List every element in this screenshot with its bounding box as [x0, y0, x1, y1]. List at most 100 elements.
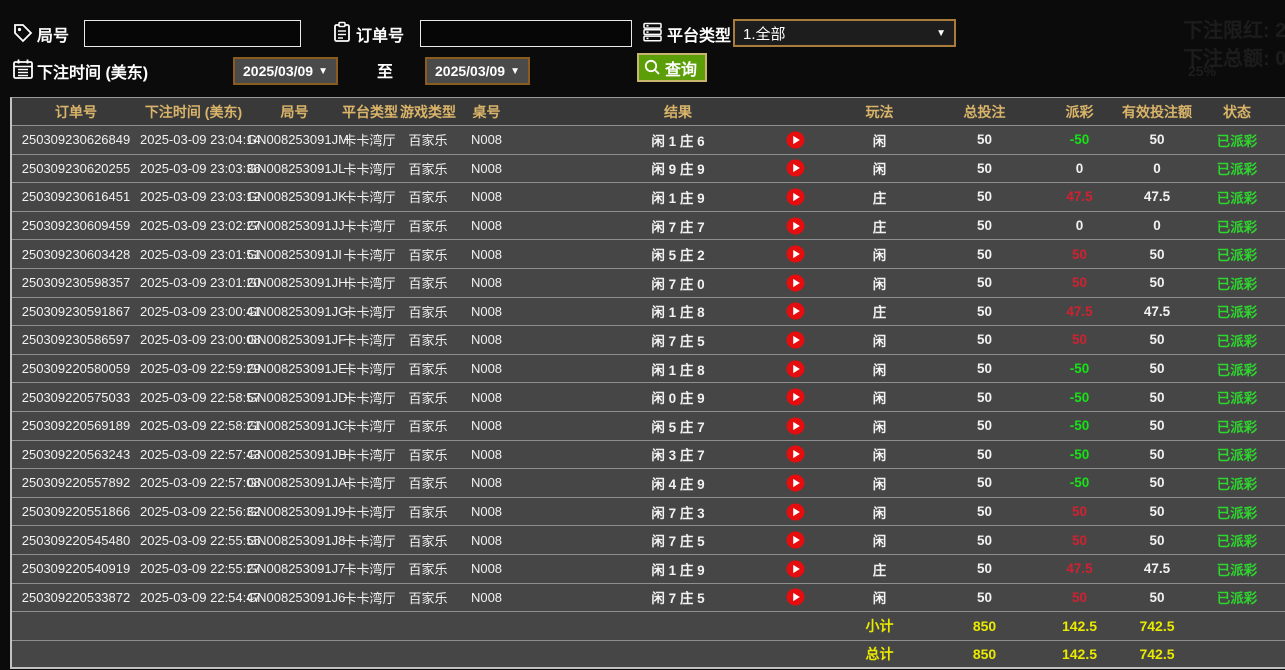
order-no-input[interactable]	[420, 20, 632, 47]
play-video-icon[interactable]	[786, 302, 805, 320]
status-badge: 已派彩	[1216, 391, 1258, 407]
play-video-icon[interactable]	[786, 217, 805, 235]
result-cell: 闲 7 庄 7	[514, 216, 842, 236]
game-no-cell: GN008253091JF	[247, 332, 347, 348]
order-no-cell: 250309230626849	[21, 132, 131, 148]
table-no-cell: N008	[470, 189, 503, 205]
table-row: 250309230586597 2025-03-09 23:00:08 GN00…	[12, 325, 1285, 354]
valid-bet-cell: 50	[1149, 275, 1165, 291]
tag-icon	[14, 24, 33, 43]
result-text: 闲 1 庄 8	[651, 305, 705, 321]
bet-time-cell: 2025-03-09 23:01:20	[140, 275, 261, 291]
play-type-cell: 闲	[872, 591, 887, 607]
bet-time-cell: 2025-03-09 23:01:51	[140, 246, 261, 262]
bet-time-cell: 2025-03-09 22:57:43	[140, 446, 261, 462]
result-text: 闲 5 庄 2	[651, 248, 705, 264]
payout-cell: 47.5	[1066, 189, 1093, 205]
chevron-down-icon: ▼	[510, 65, 520, 77]
game-type-cell: 百家乐	[408, 476, 448, 492]
play-video-icon[interactable]	[786, 331, 805, 349]
col-total-bet: 总投注	[963, 103, 1006, 120]
platform-type-value: 1.全部	[743, 25, 786, 43]
play-video-icon[interactable]	[786, 388, 805, 406]
platform-type-select[interactable]: 1.全部 ▼	[733, 19, 956, 47]
date-to-picker[interactable]: 2025/03/09 ▼	[425, 57, 530, 85]
valid-bet-cell: 50	[1149, 389, 1165, 405]
play-video-icon[interactable]	[786, 360, 805, 378]
payout-cell: 47.5	[1066, 303, 1093, 319]
table-no-cell: N008	[470, 132, 503, 148]
valid-bet-cell: 50	[1149, 361, 1165, 377]
result-cell: 闲 7 庄 5	[514, 587, 842, 607]
play-video-icon[interactable]	[786, 131, 805, 149]
table-no-cell: N008	[470, 475, 503, 491]
play-video-icon[interactable]	[786, 474, 805, 492]
play-type-cell: 庄	[872, 305, 887, 321]
col-order-no: 订单号	[55, 103, 97, 120]
total-bet-cell: 50	[976, 303, 993, 319]
game-no-cell: GN008253091J9	[247, 504, 346, 520]
bet-time-cell: 2025-03-09 22:57:08	[140, 475, 261, 491]
valid-bet-cell: 47.5	[1143, 189, 1171, 205]
total-bet: 850	[972, 646, 997, 663]
platform-cell: 卡卡湾厅	[343, 362, 396, 378]
table-no-cell: N008	[470, 504, 503, 520]
play-video-icon[interactable]	[786, 588, 805, 606]
watermark-limit-text: 下注限红: 20	[1183, 20, 1285, 42]
play-type-cell: 闲	[872, 333, 887, 349]
payout-cell: 50	[1071, 332, 1088, 348]
play-video-icon[interactable]	[786, 245, 805, 263]
result-cell: 闲 7 庄 3	[514, 502, 842, 522]
play-video-icon[interactable]	[786, 445, 805, 463]
watermark-percent-text: 25%	[1188, 63, 1217, 79]
platform-cell: 卡卡湾厅	[343, 562, 396, 578]
play-type-cell: 庄	[872, 190, 887, 206]
platform-cell: 卡卡湾厅	[343, 219, 396, 235]
calendar-icon	[13, 59, 33, 79]
platform-cell: 卡卡湾厅	[343, 304, 396, 320]
bet-records-table: 订单号 下注时间 (美东) 局号 平台类型 游戏类型 桌号 结果 玩法 总投注 …	[10, 97, 1285, 669]
filter-bar: 局号 订单号 平台类型 1.全部 ▼ 下注时间 (美东) 2025/03/09 …	[0, 0, 1285, 97]
play-video-icon[interactable]	[786, 274, 805, 292]
play-type-cell: 庄	[872, 219, 887, 235]
status-badge: 已派彩	[1216, 133, 1258, 149]
game-no-cell: GN008253091JM	[247, 132, 349, 148]
total-bet-cell: 50	[976, 132, 993, 148]
payout-cell: 50	[1071, 589, 1088, 605]
subtotal-payout: 142.5	[1061, 617, 1098, 634]
order-no-cell: 250309220533872	[21, 589, 131, 605]
play-video-icon[interactable]	[786, 502, 805, 521]
play-video-icon[interactable]	[786, 188, 805, 206]
table-row: 250309220551866 2025-03-09 22:56:32 GN00…	[12, 496, 1285, 526]
platform-cell: 卡卡湾厅	[343, 590, 396, 606]
table-no-cell: N008	[470, 303, 503, 319]
result-cell: 闲 7 庄 0	[514, 273, 842, 293]
game-no-cell: GN008253091J8	[247, 532, 346, 548]
valid-bet-cell: 50	[1149, 446, 1165, 462]
play-video-icon[interactable]	[786, 531, 805, 549]
play-video-icon[interactable]	[786, 417, 805, 435]
query-button[interactable]: 查询	[637, 53, 708, 82]
col-payout: 派彩	[1065, 103, 1094, 120]
result-cell: 闲 4 庄 9	[514, 473, 842, 493]
col-table-no: 桌号	[472, 103, 501, 120]
order-no-cell: 250309230598357	[21, 275, 131, 291]
valid-bet-cell: 50	[1149, 589, 1165, 605]
game-no-input[interactable]	[84, 20, 301, 47]
valid-bet-cell: 50	[1149, 475, 1165, 491]
order-no-cell: 250309220580059	[21, 361, 131, 377]
payout-cell: -50	[1069, 132, 1090, 148]
play-video-icon[interactable]	[786, 159, 805, 177]
col-play-type: 玩法	[865, 103, 894, 120]
col-bet-time: 下注时间 (美东)	[144, 103, 243, 120]
table-no-cell: N008	[470, 446, 503, 462]
order-no-cell: 250309220575033	[21, 389, 131, 405]
col-game-no: 局号	[280, 103, 309, 120]
payout-cell: 47.5	[1066, 561, 1093, 577]
status-badge: 已派彩	[1216, 591, 1258, 607]
date-from-picker[interactable]: 2025/03/09 ▼	[233, 57, 338, 85]
table-row: 250309230609459 2025-03-09 23:02:27 GN00…	[12, 210, 1285, 240]
play-video-icon[interactable]	[786, 560, 805, 578]
table-no-cell: N008	[470, 561, 503, 577]
total-label: 总计	[865, 646, 894, 663]
